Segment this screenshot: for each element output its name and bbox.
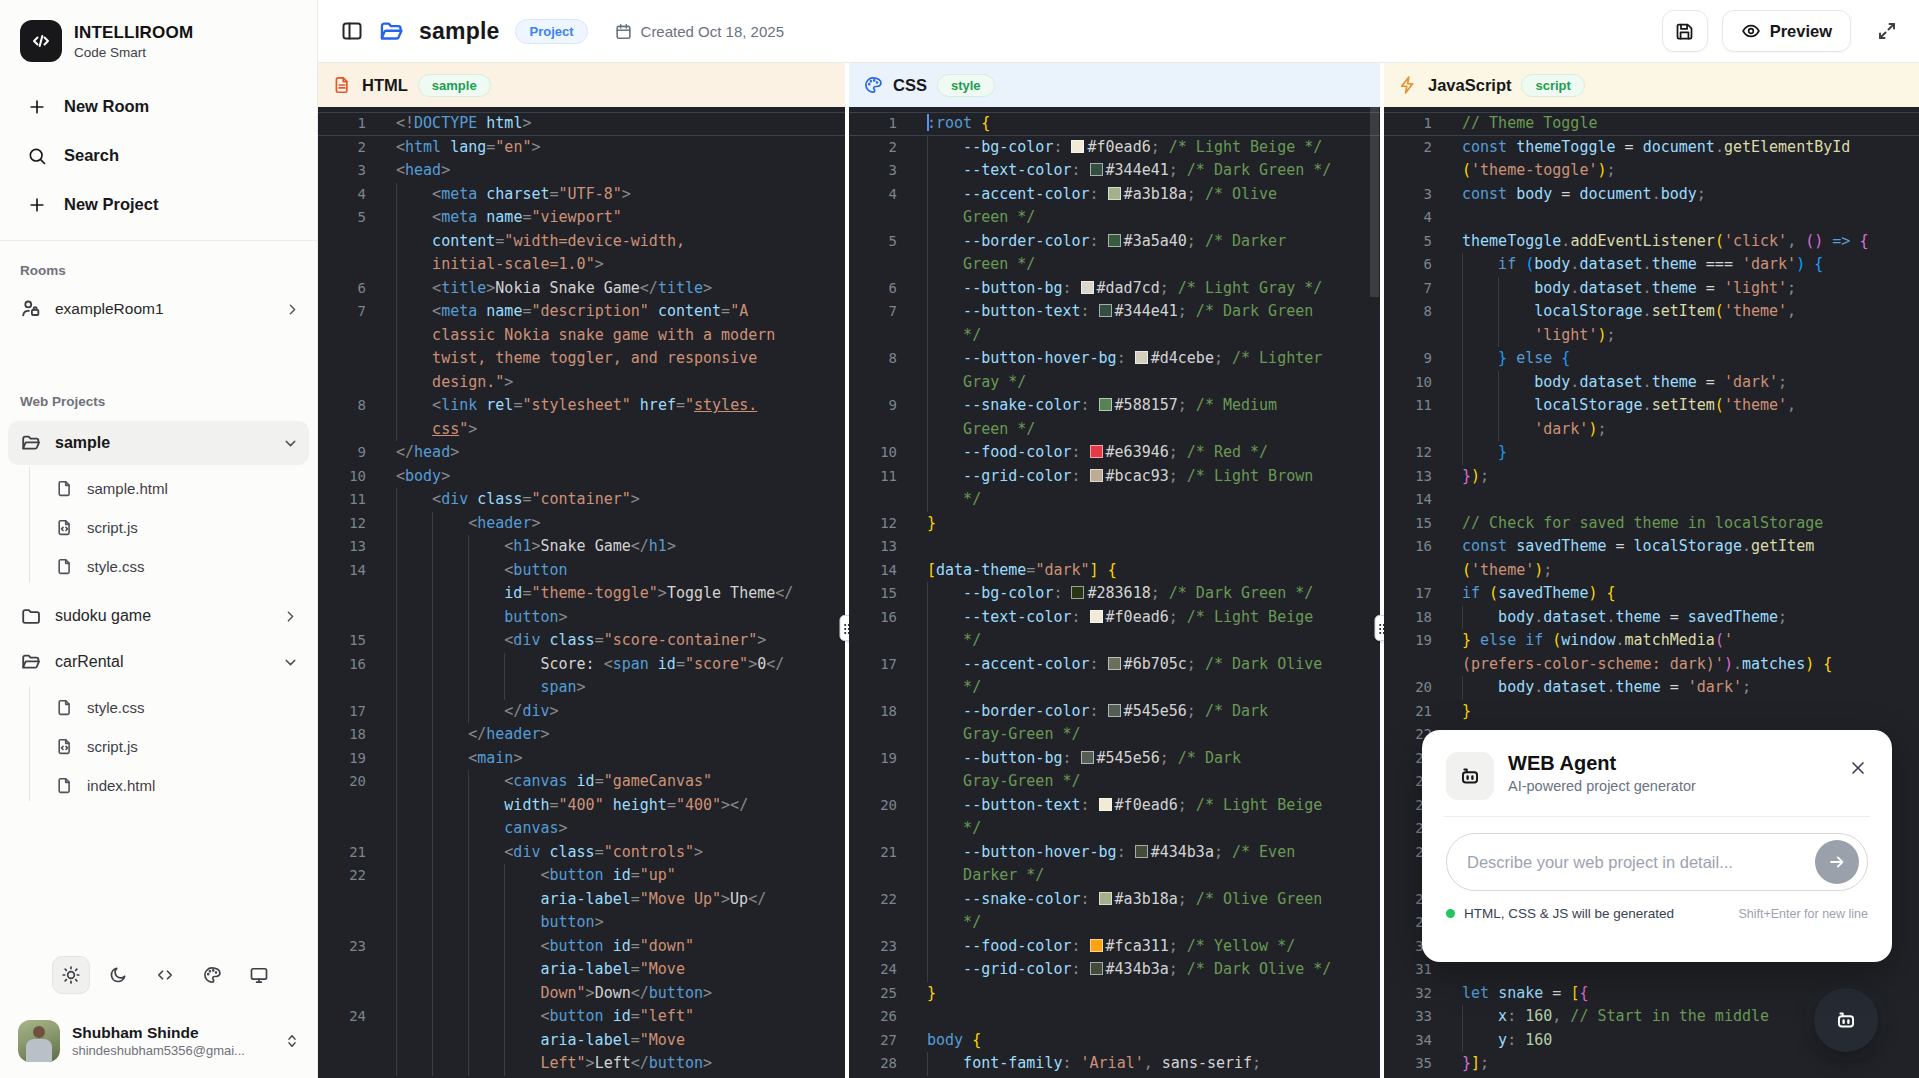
eye-icon	[1741, 21, 1761, 41]
file-icon	[55, 776, 74, 795]
chevron-right-icon[interactable]	[284, 301, 301, 318]
file-icon	[55, 479, 74, 498]
project-folder-sudoku-game[interactable]: sudoku game	[8, 594, 309, 638]
send-button[interactable]	[1815, 840, 1859, 884]
theme-button-monitor[interactable]	[240, 956, 278, 994]
folder-open-icon	[20, 651, 42, 673]
file-icon	[55, 698, 74, 717]
panel-header-javascript: JavaScriptscript	[1384, 63, 1919, 107]
project-folder-sample[interactable]: sample	[8, 421, 309, 465]
calendar-icon	[614, 22, 633, 41]
sidebar-item-new-room[interactable]: New Room	[0, 82, 317, 131]
panel-html: HTMLsample1<!DOCTYPE html>2<html lang="e…	[318, 63, 845, 1078]
file-item-script.js[interactable]: script.js	[0, 508, 317, 547]
monitor-icon	[249, 965, 269, 985]
page-title: sample	[419, 18, 499, 45]
plus-icon	[27, 195, 47, 215]
panel-header-html: HTMLsample	[318, 63, 845, 107]
palette-icon	[863, 75, 883, 95]
file-item-script.js[interactable]: script.js	[0, 727, 317, 766]
robot-icon	[1833, 1007, 1859, 1033]
file-item-sample.html[interactable]: sample.html	[0, 469, 317, 508]
expand-icon[interactable]	[1875, 19, 1899, 43]
chevron-down-icon[interactable]	[282, 435, 299, 452]
avatar	[18, 1020, 60, 1062]
agent-hint: Shift+Enter for new line	[1738, 907, 1868, 921]
theme-button-sun[interactable]	[52, 956, 90, 994]
agent-title: WEB Agent	[1508, 752, 1696, 775]
main-area: sample Project Created Oct 18, 2025 Prev…	[318, 0, 1919, 1078]
chevron-right-icon[interactable]	[282, 608, 299, 625]
brand-title: INTELLIROOM	[74, 23, 193, 43]
brand: INTELLIROOM Code Smart	[0, 0, 317, 70]
panel-css: CSSstyle1:root {2--bg-color: #f0ead6; /*…	[849, 63, 1380, 1078]
sidebar: INTELLIROOM Code Smart New RoomSearchNew…	[0, 0, 318, 1078]
editor-css[interactable]: 1:root {2--bg-color: #f0ead6; /* Light B…	[849, 107, 1380, 1078]
file-code-icon	[55, 518, 74, 537]
brand-subtitle: Code Smart	[74, 45, 193, 60]
theme-button-palette[interactable]	[193, 956, 231, 994]
zap-icon	[1398, 75, 1418, 95]
editor-html[interactable]: 1<!DOCTYPE html>2<html lang="en">3<head>…	[318, 107, 845, 1078]
save-icon	[1674, 21, 1695, 42]
code-icon	[155, 965, 175, 985]
agent-fab[interactable]	[1814, 988, 1878, 1052]
sidebar-item-new-project[interactable]: New Project	[0, 180, 317, 229]
file-item-index.html[interactable]: index.html	[0, 766, 317, 805]
agent-status: HTML, CSS & JS will be generated	[1464, 906, 1674, 921]
file-code-icon	[55, 737, 74, 756]
user-card[interactable]: Shubham Shinde shindeshubham5356@gmai...	[0, 1010, 317, 1078]
project-folder-carRental[interactable]: carRental	[8, 640, 309, 684]
room-icon	[20, 298, 42, 320]
web-agent-card: WEB Agent AI-powered project generator D…	[1422, 730, 1892, 962]
folder-open-icon	[20, 432, 42, 454]
moon-icon	[108, 965, 128, 985]
created-date: Created Oct 18, 2025	[614, 22, 784, 41]
sidebar-toggle-icon[interactable]	[340, 19, 364, 43]
sun-icon	[61, 965, 81, 985]
preview-button[interactable]: Preview	[1722, 10, 1851, 52]
file-item-style.css[interactable]: style.css	[0, 688, 317, 727]
chevrons-up-down-icon[interactable]	[283, 1032, 301, 1050]
chevron-down-icon[interactable]	[282, 654, 299, 671]
arrow-right-icon	[1827, 852, 1847, 872]
user-name: Shubham Shinde	[72, 1024, 245, 1042]
project-badge: Project	[515, 19, 587, 44]
top-bar: sample Project Created Oct 18, 2025 Prev…	[318, 0, 1919, 63]
web-projects-label: Web Projects	[0, 330, 317, 419]
rooms-list: exampleRoom1	[0, 288, 317, 330]
project-tree: samplesample.htmlscript.jsstyle.csssudok…	[0, 419, 317, 811]
plus-icon	[27, 97, 47, 117]
sidebar-item-search[interactable]: Search	[0, 131, 317, 180]
user-email: shindeshubham5356@gmai...	[72, 1043, 245, 1058]
rooms-label: Rooms	[0, 241, 317, 288]
save-button[interactable]	[1662, 10, 1708, 52]
room-item-exampleRoom1[interactable]: exampleRoom1	[0, 288, 317, 330]
panel-header-css: CSSstyle	[849, 63, 1380, 107]
folder-closed-icon	[20, 605, 42, 627]
theme-button-moon[interactable]	[99, 956, 137, 994]
theme-switcher	[0, 956, 317, 1010]
search-icon	[27, 146, 47, 166]
agent-input[interactable]: Describe your web project in detail...	[1446, 833, 1868, 891]
project-folder-icon	[378, 18, 405, 45]
file-icon	[55, 557, 74, 576]
robot-icon	[1446, 752, 1494, 800]
brand-logo-icon	[20, 20, 62, 62]
doc-icon	[332, 75, 352, 95]
agent-subtitle: AI-powered project generator	[1508, 778, 1696, 794]
file-item-style.css[interactable]: style.css	[0, 547, 317, 586]
agent-input-placeholder: Describe your web project in detail...	[1467, 853, 1815, 872]
status-dot	[1446, 909, 1455, 918]
palette-icon	[202, 965, 222, 985]
theme-button-code[interactable]	[146, 956, 184, 994]
app: INTELLIROOM Code Smart New RoomSearchNew…	[0, 0, 1919, 1078]
sidebar-menu: New RoomSearchNew Project	[0, 82, 317, 229]
close-icon[interactable]	[1848, 758, 1868, 778]
